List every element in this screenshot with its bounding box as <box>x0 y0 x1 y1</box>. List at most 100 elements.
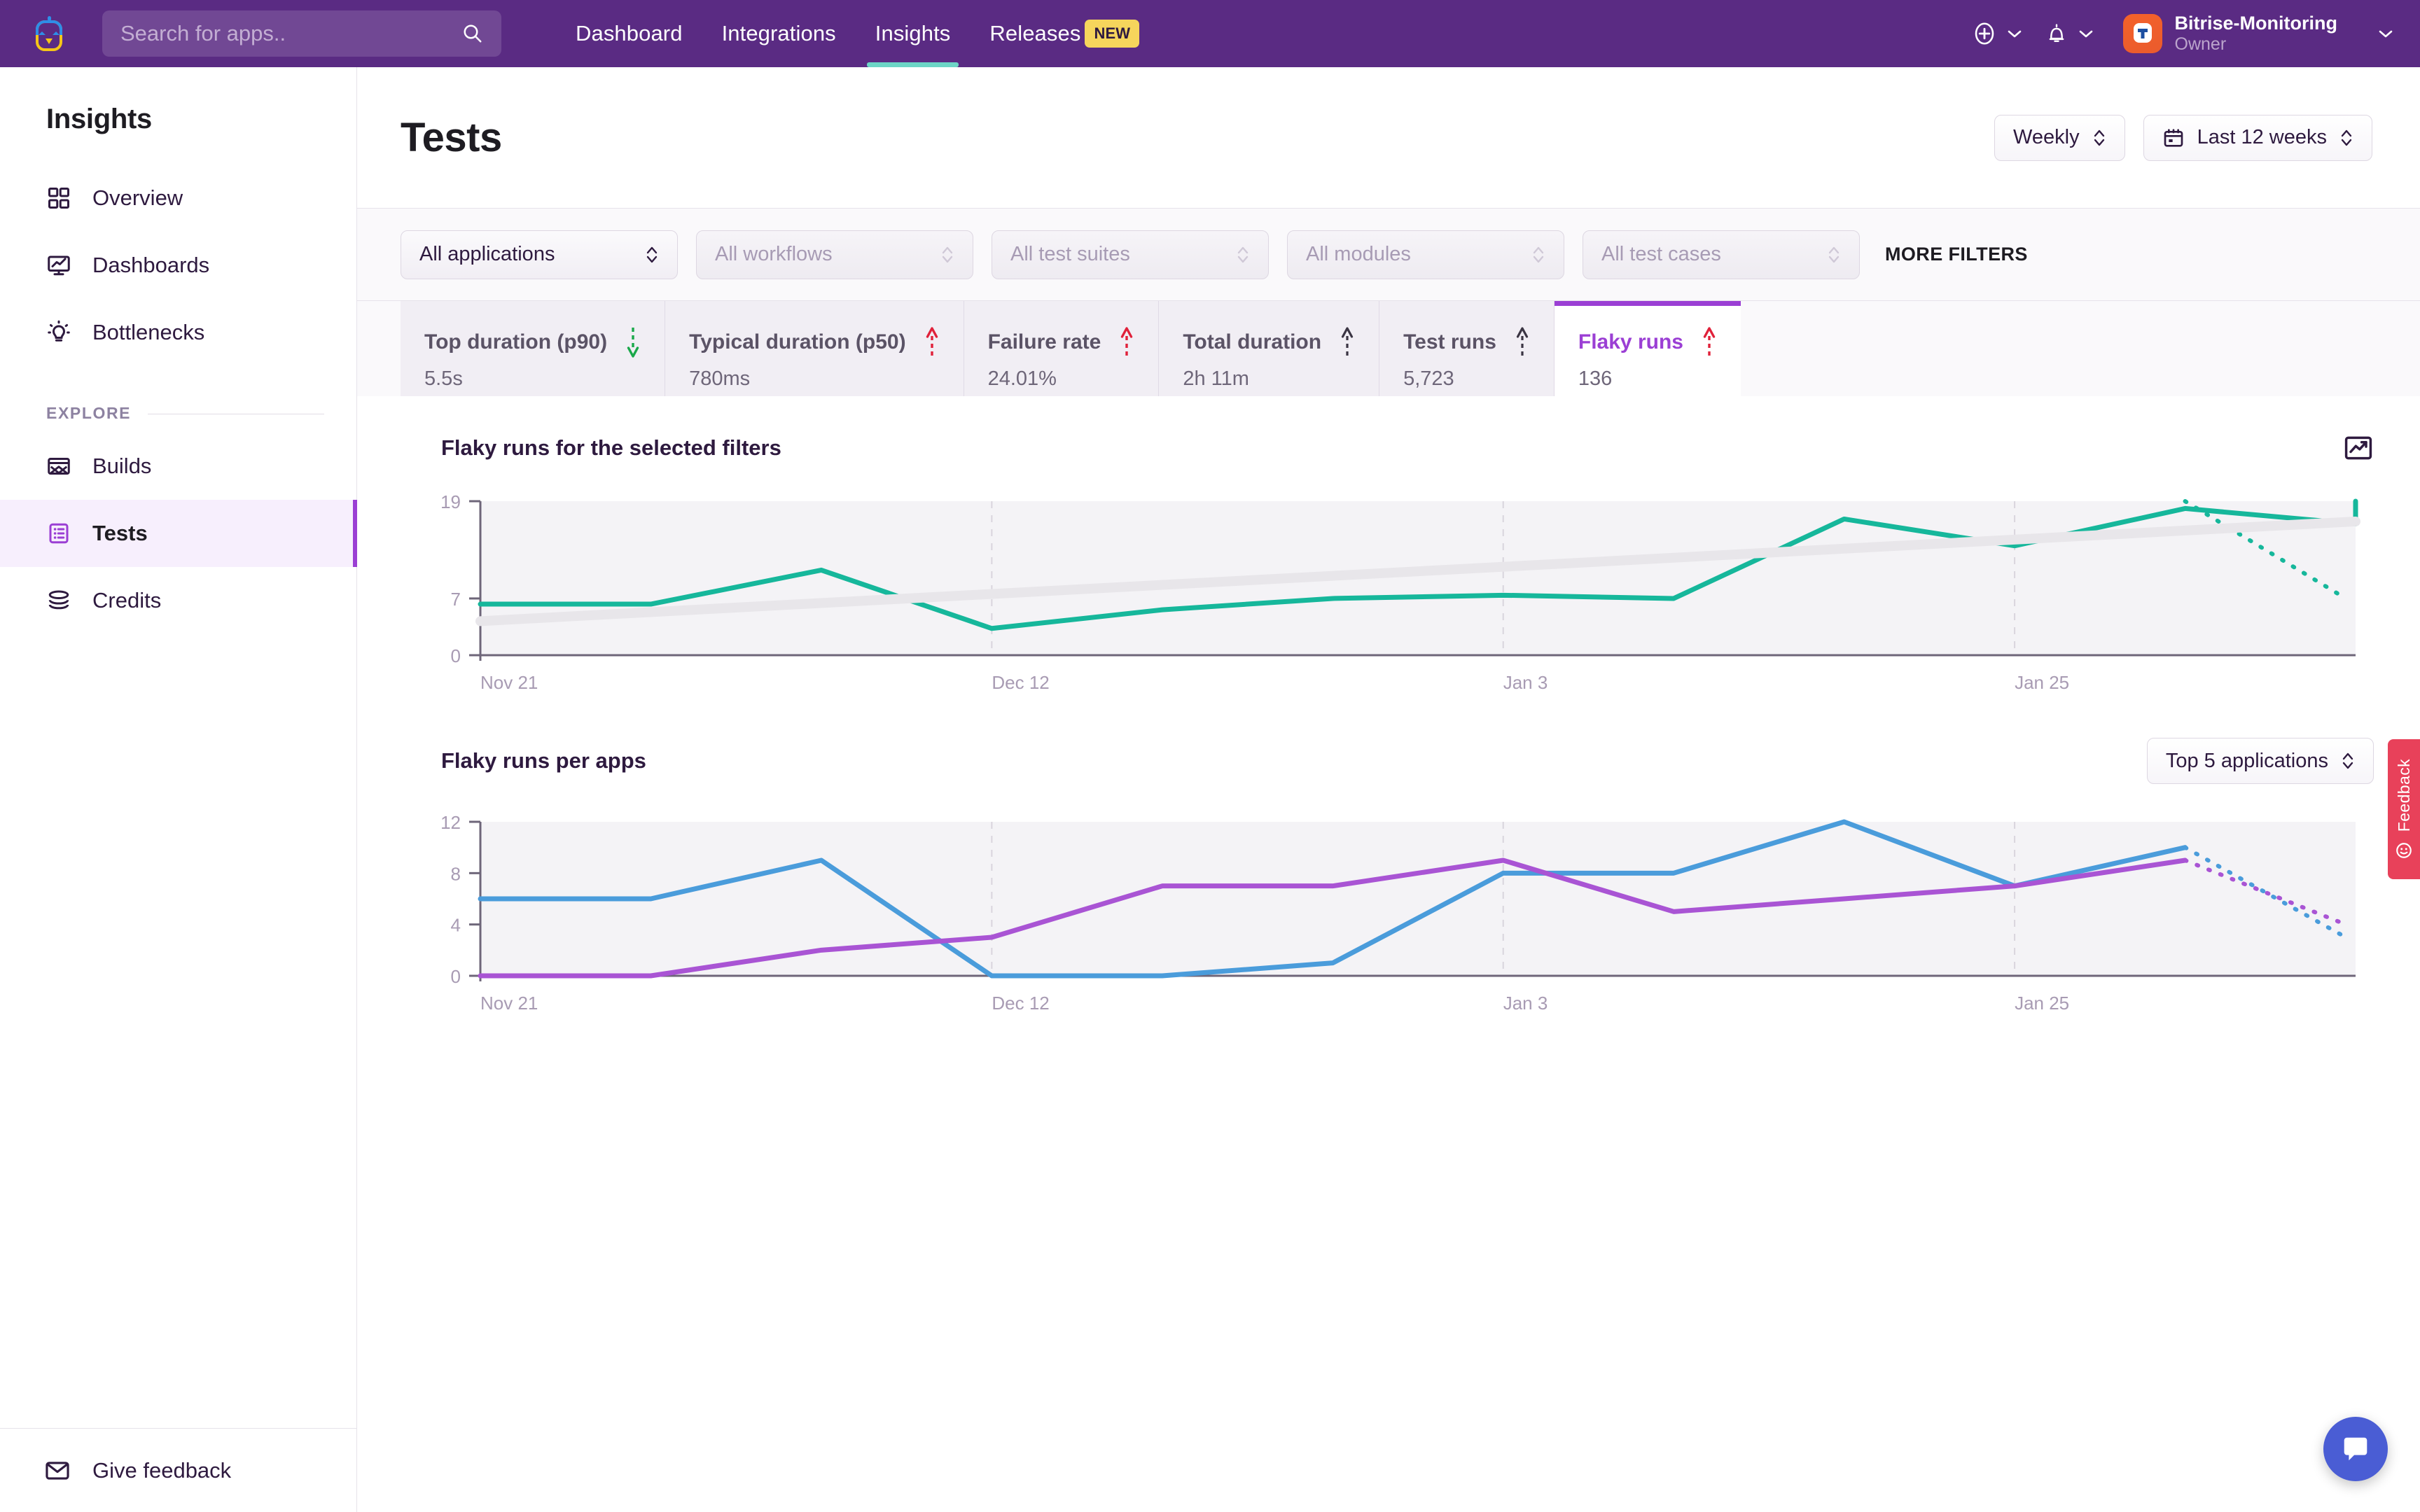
svg-text:7: 7 <box>451 589 461 610</box>
top-applications-select[interactable]: Top 5 applications <box>2146 738 2374 784</box>
intercom-chat-icon <box>2344 1437 2367 1461</box>
sidebar-item-label: Bottlenecks <box>92 320 205 344</box>
grid-icon <box>45 184 73 212</box>
metric-tab-label: Top duration (p90) <box>424 330 608 354</box>
metric-tab-flaky-runs[interactable]: Flaky runs 136 <box>1554 301 1741 396</box>
svg-text:Jan 25: Jan 25 <box>2015 672 2069 693</box>
granularity-select[interactable]: Weekly <box>1994 114 2125 161</box>
nav-label: Releases <box>989 21 1081 46</box>
svg-text:Nov 21: Nov 21 <box>480 672 538 693</box>
filter-label: All test cases <box>1601 243 1721 265</box>
filter-all-test-cases[interactable]: All test cases <box>1583 230 1860 279</box>
sidebar: Insights Overview Dashboards Bottlenecks… <box>0 67 357 1512</box>
filter-all-modules[interactable]: All modules <box>1287 230 1564 279</box>
svg-text:12: 12 <box>440 812 461 833</box>
sidebar-item-credits[interactable]: Credits <box>0 567 356 634</box>
notifications-button[interactable] <box>2033 21 2105 46</box>
search-input[interactable] <box>120 21 462 46</box>
search-input-wrapper[interactable] <box>102 10 501 57</box>
calendar-icon <box>2164 128 2183 147</box>
filter-all-workflows[interactable]: All workflows <box>696 230 973 279</box>
svg-text:Dec 12: Dec 12 <box>992 672 1049 693</box>
stepper-icon <box>2094 130 2104 146</box>
metric-tab-value: 136 <box>1578 368 1613 390</box>
stepper-icon <box>2341 130 2352 146</box>
trend-up-icon <box>926 327 938 357</box>
monitor-chart-icon <box>45 251 73 279</box>
top-right-controls: Bitrise-Monitoring Owner <box>1961 0 2399 67</box>
more-filters-button[interactable]: MORE FILTERS <box>1885 244 2028 265</box>
metric-tab-failure-rate[interactable]: Failure rate 24.01% <box>964 301 1160 396</box>
granularity-label: Weekly <box>2013 126 2080 148</box>
sidebar-item-builds[interactable]: Builds <box>0 433 356 500</box>
stepper-icon <box>1237 246 1249 262</box>
stepper-icon <box>646 246 658 262</box>
filter-label: All test suites <box>1010 243 1130 265</box>
svg-text:Nov 21: Nov 21 <box>480 993 538 1014</box>
nav-item-releases[interactable]: Releases NEW <box>970 0 1159 67</box>
expand-chart-icon[interactable] <box>2343 433 2374 463</box>
metric-tab-value: 5,723 <box>1403 368 1454 390</box>
nav-item-dashboard[interactable]: Dashboard <box>556 0 702 67</box>
chart-svg-placeholder: 0 7 19 Nov 21 Dec 12 Jan 3 Jan 25 <box>440 491 2360 693</box>
org-name: Bitrise-Monitoring <box>2174 13 2337 34</box>
trend-up-icon <box>1121 327 1133 357</box>
metric-tab-test-runs[interactable]: Test runs 5,723 <box>1379 301 1555 396</box>
metric-tab-value: 2h 11m <box>1183 368 1249 390</box>
nav-label: Insights <box>875 21 951 46</box>
sidebar-item-overview[interactable]: Overview <box>0 164 356 232</box>
filter-all-applications[interactable]: All applications <box>401 230 678 279</box>
org-switcher[interactable]: Bitrise-Monitoring Owner <box>2122 13 2399 55</box>
bitrise-logo[interactable] <box>15 14 83 53</box>
org-text: Bitrise-Monitoring Owner <box>2175 13 2337 55</box>
svg-text:4: 4 <box>451 915 461 936</box>
stepper-icon <box>2342 752 2353 769</box>
feedback-smiley-icon <box>2396 843 2412 858</box>
explore-label: EXPLORE <box>46 404 132 422</box>
svg-text:Jan 3: Jan 3 <box>1503 993 1548 1014</box>
metric-tab-value: 780ms <box>689 368 751 390</box>
trend-up-icon <box>1341 327 1354 357</box>
chevron-down-icon <box>2079 30 2092 38</box>
sidebar-item-tests[interactable]: Tests <box>0 500 357 567</box>
trend-up-icon <box>1703 327 1716 357</box>
svg-text:Dec 12: Dec 12 <box>992 993 1049 1014</box>
svg-text:Jan 25: Jan 25 <box>2015 993 2069 1014</box>
add-new-button[interactable] <box>1961 21 2033 46</box>
tests-clipboard-icon <box>45 519 73 547</box>
nav-item-insights[interactable]: Insights <box>856 0 971 67</box>
plus-circle-icon <box>1975 22 1994 45</box>
chart-flaky-runs-per-apps: 0 4 8 12 Nov 21 Dec 12 Jan 3 Jan 25 <box>401 812 2377 1022</box>
chart-panels: Flaky runs for the selected filters 0 7 19… <box>357 396 2420 1022</box>
metric-tab-top-duration[interactable]: Top duration (p90) 5.5s <box>401 301 666 396</box>
sidebar-item-bottlenecks[interactable]: Bottlenecks <box>0 299 356 366</box>
sidebar-item-label: Credits <box>92 588 162 612</box>
search-icon <box>464 24 482 43</box>
stepper-icon <box>942 246 953 262</box>
give-feedback-button[interactable]: Give feedback <box>0 1428 356 1512</box>
metric-tab-total-duration[interactable]: Total duration 2h 11m <box>1159 301 1380 396</box>
nav-item-integrations[interactable]: Integrations <box>702 0 856 67</box>
svg-text:0: 0 <box>451 645 461 666</box>
svg-text:8: 8 <box>451 863 461 884</box>
page-header-controls: Weekly Last 12 weeks <box>1994 114 2372 161</box>
filter-label: All modules <box>1306 243 1411 265</box>
intercom-chat-button[interactable] <box>2323 1417 2388 1481</box>
page-header: Tests Weekly Last 12 weeks <box>357 67 2420 209</box>
chevron-down-icon <box>2379 30 2393 38</box>
filter-all-test-suites[interactable]: All test suites <box>992 230 1269 279</box>
lightbulb-icon <box>45 318 73 346</box>
metric-tab-label: Flaky runs <box>1578 330 1683 354</box>
metric-tab-value: 5.5s <box>424 368 463 390</box>
sidebar-item-dashboards[interactable]: Dashboards <box>0 232 356 299</box>
new-badge: NEW <box>1085 20 1140 48</box>
panel-flaky-runs-total: Flaky runs for the selected filters 0 7 19… <box>401 396 2377 701</box>
builds-icon <box>45 452 73 480</box>
top-applications-label: Top 5 applications <box>2165 749 2328 772</box>
metric-tab-typical-duration[interactable]: Typical duration (p50) 780ms <box>665 301 964 396</box>
credits-stack-icon <box>45 587 73 615</box>
filter-bar: All applications All workflows All test … <box>357 209 2420 301</box>
svg-text:0: 0 <box>451 966 461 987</box>
feedback-tab[interactable]: Feedback <box>2388 739 2420 879</box>
date-range-select[interactable]: Last 12 weeks <box>2143 114 2372 161</box>
